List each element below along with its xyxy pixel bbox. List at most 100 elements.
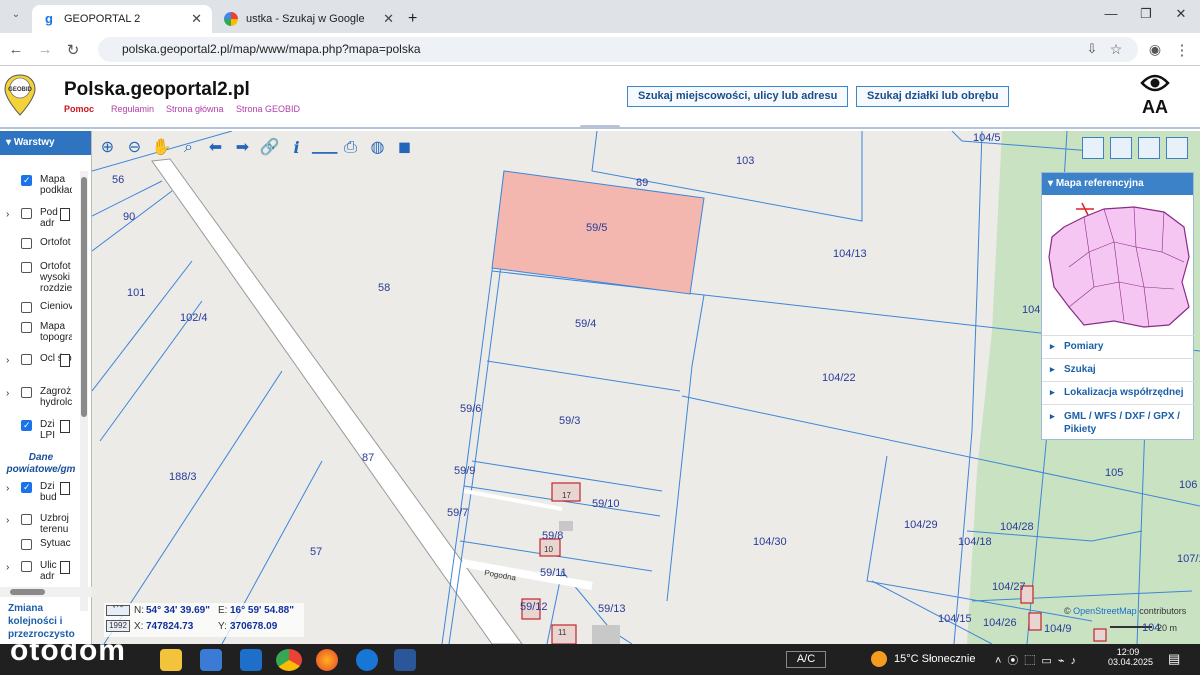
chevron-right-icon[interactable]: › (6, 388, 9, 399)
outlook-icon[interactable] (240, 649, 262, 671)
layer-checkbox[interactable] (21, 420, 32, 431)
edge-icon[interactable] (356, 649, 378, 671)
document-icon[interactable] (60, 561, 70, 574)
layers-header[interactable]: ▾ Warstwy (0, 131, 91, 155)
layer-checkbox[interactable] (21, 262, 32, 273)
file-explorer-icon[interactable] (160, 649, 182, 671)
tab-geoportal[interactable]: g GEOPORTAL 2 ✕ (32, 5, 212, 33)
minimize-icon[interactable]: — (1096, 6, 1126, 21)
globe-icon[interactable]: ◍ (366, 136, 389, 160)
window-layout-icon[interactable] (1082, 137, 1104, 159)
parcel-label: 104/30 (753, 536, 787, 548)
parcel-label: 104/29 (904, 519, 938, 531)
chevron-right-icon[interactable]: › (6, 209, 9, 220)
map-canvas[interactable]: Pogodna 17 10 11 59/5 59/4 59/3 59/6 59/9 59/… (92, 131, 1200, 644)
search-parcel-button[interactable]: Szukaj działki lub obrębu (856, 86, 1010, 107)
layers-scrollbar[interactable] (80, 171, 88, 611)
tab-search-icon[interactable]: ⌄ (6, 9, 26, 20)
layer-checkbox[interactable] (21, 238, 32, 249)
bookmark-star-icon[interactable]: ☆ (1106, 41, 1126, 58)
chrome-icon[interactable] (276, 649, 302, 671)
panel-toggle-icon[interactable] (1166, 137, 1188, 159)
measure-icon[interactable]: ▁▁▁ (312, 136, 337, 160)
layer-checkbox[interactable] (21, 354, 32, 365)
export-formats-item[interactable]: GML / WFS / DXF / GPX / Pikiety (1042, 404, 1195, 440)
help-link[interactable]: Pomoc (64, 104, 94, 114)
clock[interactable]: 12:09 03.04.2025 (1108, 647, 1153, 667)
ac-indicator[interactable]: A/C (786, 651, 826, 668)
store-icon[interactable] (200, 649, 222, 671)
info-icon[interactable]: i (285, 136, 308, 160)
forward-icon[interactable]: → (35, 41, 55, 58)
terms-link[interactable]: Regulamin (111, 104, 154, 114)
poland-reference-map[interactable] (1044, 197, 1192, 333)
measure-item[interactable]: Pomiary (1042, 335, 1195, 358)
zoom-out-icon[interactable]: ⊖ (123, 136, 146, 160)
layer-checkbox[interactable] (21, 387, 32, 398)
firefox-icon[interactable] (316, 649, 338, 671)
chevron-right-icon[interactable]: › (6, 515, 9, 526)
chevron-right-icon[interactable]: › (6, 355, 9, 366)
map-svg[interactable]: Pogodna 17 10 11 59/559/459/359/659/959/… (92, 131, 1200, 644)
crs-toggle[interactable]: 1992 (106, 620, 130, 632)
zoom-in-icon[interactable]: ⊕ (96, 136, 119, 160)
url-input[interactable]: polska.geoportal2.pl/map/www/mapa.php?ma… (98, 37, 1138, 62)
document-icon[interactable] (60, 208, 70, 221)
layer-checkbox[interactable] (21, 514, 32, 525)
maximize-icon[interactable]: ❐ (1131, 6, 1161, 22)
layer-checkbox[interactable] (21, 208, 32, 219)
horizontal-scrollbar[interactable] (0, 587, 92, 597)
search-item[interactable]: Szukaj (1042, 358, 1195, 381)
pan-hand-icon[interactable]: ✋ (150, 136, 173, 160)
reload-icon[interactable]: ↻ (63, 41, 83, 59)
header-collapse-handle[interactable] (580, 125, 620, 129)
weather-text[interactable]: 15°C Słonecznie (894, 653, 975, 665)
chevron-right-icon[interactable]: › (6, 483, 9, 494)
profile-icon[interactable]: ◉ (1145, 41, 1165, 58)
layer-checkbox[interactable] (21, 322, 32, 333)
print-icon[interactable]: ⎙ (339, 136, 362, 160)
install-icon[interactable]: ⇩ (1082, 41, 1102, 57)
zoom-window-icon[interactable]: ⌕ (177, 136, 200, 160)
previous-view-icon[interactable]: ⬅ (204, 136, 227, 160)
next-view-icon[interactable]: ➡ (231, 136, 254, 160)
back-icon[interactable]: ← (6, 41, 26, 58)
font-size-icon[interactable]: AA (1142, 97, 1168, 118)
document-icon[interactable] (60, 482, 70, 495)
scroll-thumb[interactable] (81, 177, 87, 417)
document-icon[interactable] (60, 420, 70, 433)
layer-checkbox[interactable] (21, 561, 32, 572)
layer-label: Uzbroj terenu (40, 513, 69, 535)
coordinate-item[interactable]: Lokalizacja współrzędnej (1042, 381, 1195, 404)
word-icon[interactable] (394, 649, 416, 671)
close-icon[interactable]: ✕ (383, 11, 394, 27)
close-icon[interactable]: ✕ (191, 11, 202, 27)
geobid-link[interactable]: Strona GEOBID (236, 104, 300, 114)
search-place-button[interactable]: Szukaj miejscowości, ulicy lub adresu (627, 86, 849, 107)
layer-label: Mapa topogra (40, 321, 72, 343)
tab-google[interactable]: ustka - Szukaj w Google ✕ (214, 5, 404, 33)
layer-checkbox[interactable] (21, 482, 32, 493)
link-icon[interactable]: 🔗 (258, 136, 281, 160)
notification-icon[interactable]: ▤ (1168, 651, 1180, 667)
document-icon[interactable] (60, 354, 70, 367)
video-icon[interactable]: ◼ (393, 136, 416, 160)
split-view-icon[interactable] (1110, 137, 1132, 159)
geo-format-toggle[interactable]: ° ' " (106, 605, 130, 616)
export-icon[interactable] (1138, 137, 1160, 159)
y-label: Y: (218, 621, 227, 632)
chevron-right-icon[interactable]: › (6, 562, 9, 573)
menu-icon[interactable]: ⋮ (1172, 41, 1192, 59)
scroll-thumb-h[interactable] (10, 589, 45, 595)
home-link[interactable]: Strona główna (166, 104, 224, 114)
layer-checkbox[interactable] (21, 302, 32, 313)
eye-icon[interactable] (1140, 73, 1170, 93)
layer-checkbox[interactable] (21, 175, 32, 186)
new-tab-button[interactable]: + (404, 5, 428, 33)
tray-icons[interactable]: ˄⦿⬚▭⌁♪ (995, 652, 1082, 668)
layer-checkbox[interactable] (21, 539, 32, 550)
attribution-link[interactable]: OpenStreetMap (1073, 606, 1137, 616)
reference-map-header[interactable]: ▾ Mapa referencyjna (1042, 173, 1193, 195)
x-label: X: (134, 621, 144, 632)
close-window-icon[interactable]: ✕ (1166, 6, 1196, 22)
